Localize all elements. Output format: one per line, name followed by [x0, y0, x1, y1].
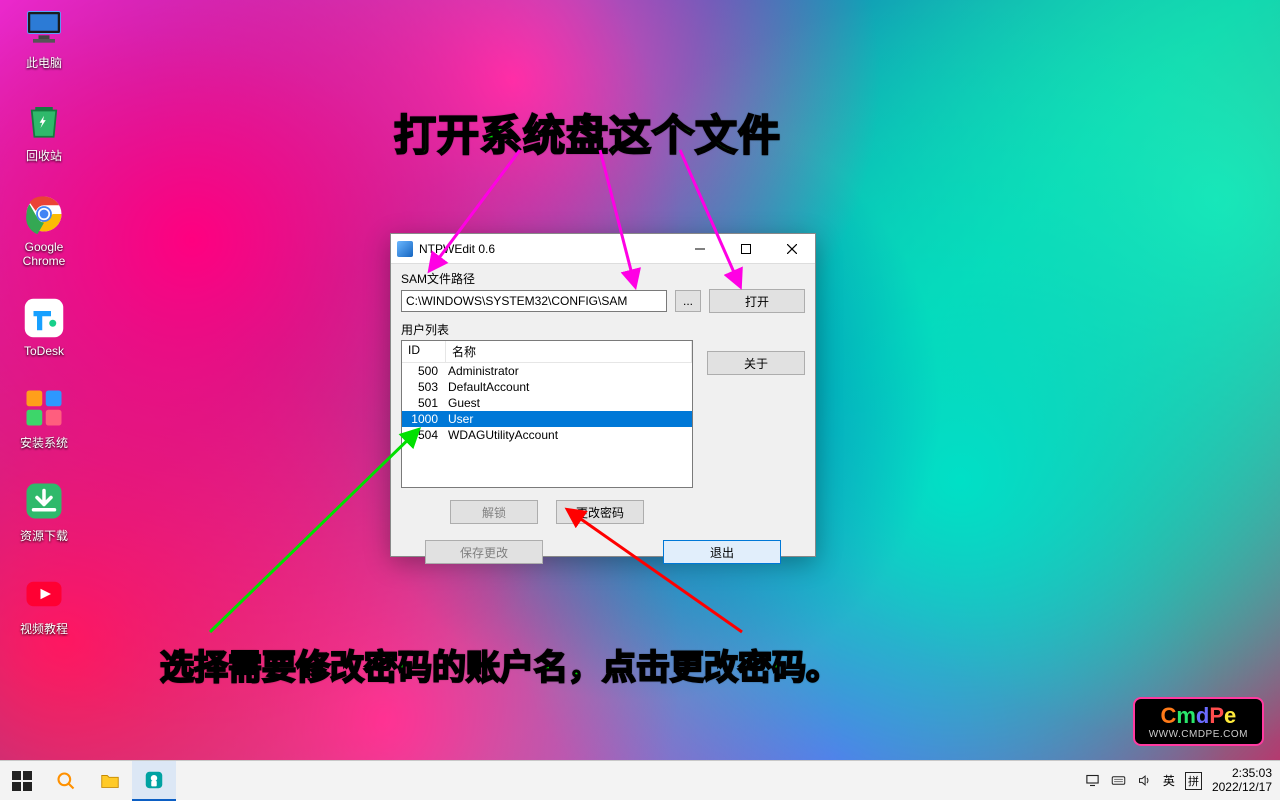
taskbar-search[interactable]	[44, 761, 88, 801]
taskbar: 英 拼 2:35:03 2022/12/17	[0, 760, 1280, 800]
cmdpe-watermark: CmdPe WWW.CMDPE.COM	[1133, 697, 1264, 746]
tray-screen-icon[interactable]	[1085, 773, 1101, 789]
tray-ime-mode[interactable]: 拼	[1185, 772, 1202, 790]
system-tray: 英 拼 2:35:03 2022/12/17	[1085, 767, 1280, 793]
taskbar-ntpwedit[interactable]	[132, 761, 176, 801]
start-button[interactable]	[0, 761, 44, 801]
taskbar-explorer[interactable]	[88, 761, 132, 801]
tray-volume-icon[interactable]	[1137, 773, 1153, 789]
tray-ime-lang[interactable]: 英	[1163, 772, 1175, 789]
tray-clock[interactable]: 2:35:03 2022/12/17	[1212, 767, 1272, 793]
tray-keyboard-icon[interactable]	[1111, 773, 1127, 789]
annotation-arrows	[0, 0, 1280, 800]
